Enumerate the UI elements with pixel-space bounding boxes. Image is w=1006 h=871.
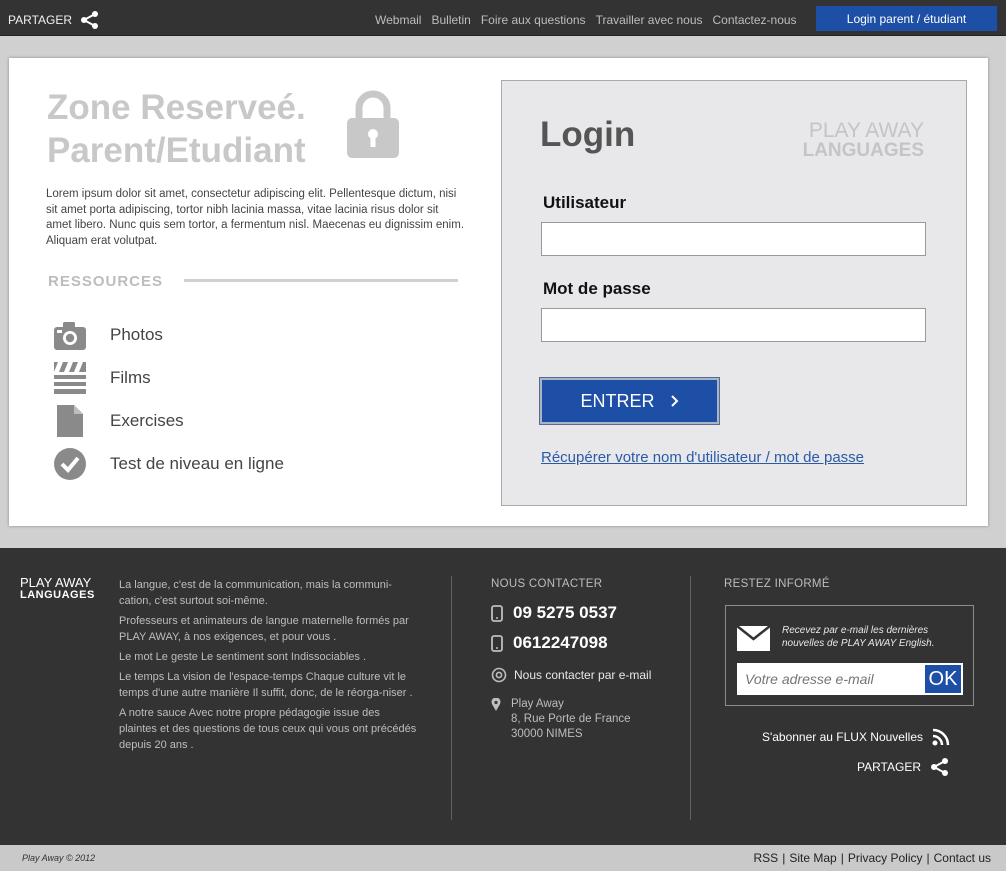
newsletter-email-input[interactable]: [737, 663, 923, 695]
email-contact-label: Nous contacter par e-mail: [514, 668, 652, 682]
resource-label: Photos: [110, 325, 163, 344]
zone-title-line2: Parent/Etudiant: [47, 131, 306, 170]
login-box: Login PLAY AWAY LANGUAGES Utilisateur Mo…: [501, 80, 967, 506]
nav-contact[interactable]: Contactez-nous: [713, 13, 797, 27]
nav-webmail[interactable]: Webmail: [375, 13, 421, 27]
about-paragraph: Le temps La vision de l'espace-temps Cha…: [119, 671, 413, 699]
phone-1-number: 09 5275 0537: [513, 603, 617, 622]
top-nav: Webmail Bulletin Foire aux questions Tra…: [375, 13, 797, 27]
resource-label: Films: [110, 368, 151, 387]
about-paragraph: La langue, c'est de la communication, ma…: [119, 579, 392, 607]
address-line2: 8, Rue Porte de France: [511, 713, 631, 725]
link-site-map[interactable]: Site Map: [789, 851, 836, 865]
phone-icon: [491, 634, 503, 652]
nav-careers[interactable]: Travailler avec nous: [596, 13, 703, 27]
footer-divider: [690, 576, 691, 820]
link-privacy-policy[interactable]: Privacy Policy: [848, 851, 923, 865]
link-separator: |: [782, 851, 786, 865]
rss-subscribe-link[interactable]: S'abonner au FLUX Nouvelles: [762, 728, 950, 746]
brand-line2: LANGUAGES: [802, 140, 924, 161]
document-icon: [52, 404, 88, 438]
nav-bulletin[interactable]: Bulletin: [431, 13, 470, 27]
login-title: Login: [540, 115, 636, 154]
about-paragraph: A notre sauce Avec notre propre pédagogi…: [119, 707, 417, 751]
phone-2-number: 0612247098: [513, 633, 608, 652]
footer: PLAY AWAY LANGUAGES La langue, c'est de …: [0, 548, 1006, 845]
link-separator: |: [926, 851, 930, 865]
copyright: Play Away © 2012: [22, 853, 96, 863]
footer-share-link[interactable]: PARTAGER: [857, 758, 950, 776]
clapperboard-icon: [52, 361, 88, 395]
phone-icon: [491, 604, 503, 622]
footer-share-label: PARTAGER: [856, 760, 921, 774]
about-paragraph: Le mot Le geste Le sentiment sont Indiss…: [119, 651, 367, 663]
lock-icon: [347, 90, 399, 158]
link-rss[interactable]: RSS: [754, 851, 779, 865]
newsletter-text: Recevez par e-mail les dernières nouvell…: [782, 625, 935, 649]
brand-line1: PLAY AWAY: [808, 119, 924, 142]
footer-about: La langue, c'est de la communication, ma…: [119, 577, 417, 757]
chevron-right-icon: [670, 395, 678, 407]
resource-label: Exercises: [110, 411, 184, 430]
camera-icon: [52, 318, 88, 352]
map-pin-icon: [491, 698, 501, 711]
username-label: Utilisateur: [543, 193, 627, 212]
footer-divider: [451, 576, 452, 820]
share-link[interactable]: PARTAGER: [8, 11, 100, 29]
login-parent-student-button[interactable]: Login parent / étudiant: [816, 6, 997, 31]
main-panel: Zone Reserveé. Parent/Etudiant Lorem ips…: [9, 58, 988, 526]
enter-button[interactable]: ENTRER: [539, 377, 720, 425]
share-label: PARTAGER: [8, 13, 73, 27]
nav-faq[interactable]: Foire aux questions: [481, 13, 586, 27]
link-separator: |: [840, 851, 844, 865]
resource-label: Test de niveau en ligne: [110, 454, 284, 473]
resource-exercises[interactable]: Exercises: [52, 404, 184, 438]
share-icon: [931, 758, 948, 776]
top-bar: PARTAGER Webmail Bulletin Foire aux ques…: [0, 0, 1006, 36]
inform-heading: RESTEZ INFORMÉ: [724, 578, 830, 590]
rss-icon: [932, 728, 950, 746]
resource-level-test[interactable]: Test de niveau en ligne: [52, 447, 284, 481]
resources-heading: RESSOURCES: [48, 273, 164, 290]
phone-2[interactable]: 0612247098: [491, 633, 608, 653]
share-icon: [81, 11, 99, 29]
bottom-bar: Play Away © 2012 RSS | Site Map | Privac…: [0, 845, 1006, 871]
enter-label: ENTRER: [580, 390, 655, 411]
password-field[interactable]: [541, 308, 926, 342]
bottom-links: RSS | Site Map | Privacy Policy | Contac…: [754, 851, 991, 865]
footer-brand-line2: LANGUAGES: [20, 589, 95, 601]
resources-divider: [184, 279, 458, 282]
at-sign-icon: [491, 667, 507, 683]
checkmark-icon: [52, 447, 88, 481]
link-contact-us[interactable]: Contact us: [934, 851, 991, 865]
phone-1[interactable]: 09 5275 0537: [491, 603, 617, 623]
recover-credentials-link[interactable]: Récupérer votre nom d'utilisateur / mot …: [541, 449, 864, 466]
brand-logo: PLAY AWAY LANGUAGES: [802, 119, 924, 161]
zone-title-line1: Zone Reserveé.: [47, 88, 306, 127]
about-paragraph: Professeurs et animateurs de langue mate…: [119, 615, 409, 643]
rss-label: S'abonner au FLUX Nouvelles: [761, 730, 923, 744]
resource-films[interactable]: Films: [52, 361, 151, 395]
footer-brand-line1: PLAY AWAY: [20, 575, 92, 590]
address-line3: 30000 NIMES: [511, 728, 583, 740]
username-field[interactable]: [541, 222, 926, 256]
resource-photos[interactable]: Photos: [52, 318, 163, 352]
envelope-icon: [737, 626, 770, 651]
zone-title: Zone Reserveé. Parent/Etudiant: [47, 86, 306, 172]
email-contact-link[interactable]: Nous contacter par e-mail: [491, 667, 651, 683]
address-line1: Play Away: [511, 698, 564, 710]
intro-text: Lorem ipsum dolor sit amet, consectetur …: [46, 188, 465, 247]
contact-heading: NOUS CONTACTER: [491, 578, 603, 590]
password-label: Mot de passe: [543, 279, 651, 298]
newsletter-box: Recevez par e-mail les dernières nouvell…: [725, 605, 974, 706]
newsletter-ok-button[interactable]: OK: [923, 663, 963, 695]
footer-brand-logo: PLAY AWAY LANGUAGES: [20, 575, 95, 601]
